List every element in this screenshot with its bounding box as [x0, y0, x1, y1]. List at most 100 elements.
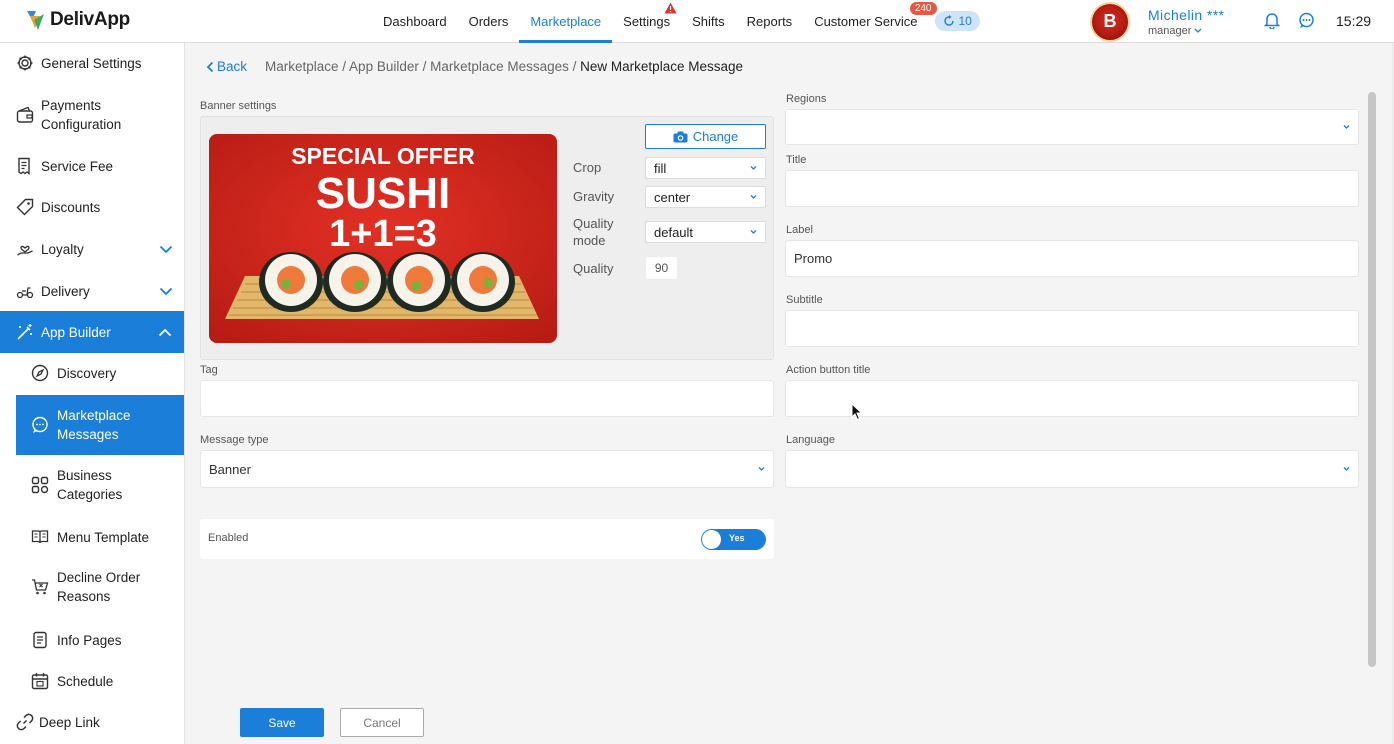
sidebar-item-discounts[interactable]: Discounts: [0, 195, 185, 219]
sidebar-item-payments[interactable]: Payments Configuration: [0, 95, 185, 135]
logo-icon: [27, 11, 44, 30]
top-bar: DelivApp Dashboard Orders Marketplace Se…: [0, 0, 1394, 43]
sidebar-item-service-fee[interactable]: Service Fee: [0, 154, 185, 178]
calendar-icon: [31, 673, 49, 690]
mouse-cursor-icon: [851, 403, 863, 421]
title-label: Title: [786, 154, 807, 166]
regions-select[interactable]: [785, 109, 1359, 145]
nav-reports[interactable]: Reports: [736, 0, 804, 43]
nav-shifts[interactable]: Shifts: [681, 0, 736, 43]
sidebar-item-label: Service Fee: [41, 158, 114, 174]
bell-icon[interactable]: [1264, 12, 1280, 29]
change-image-button[interactable]: Change: [645, 124, 766, 149]
nav-orders[interactable]: Orders: [458, 0, 520, 43]
subtitle-label: Subtitle: [786, 294, 823, 306]
message-type-value: Banner: [209, 461, 251, 477]
enabled-label: Enabled: [208, 532, 249, 544]
sidebar-sub-decline-order-reasons[interactable]: Decline Order Reasons: [16, 567, 184, 607]
chevron-down-icon: [159, 245, 173, 253]
sidebar-sub-label: Business Categories: [57, 468, 123, 502]
save-button[interactable]: Save: [240, 708, 324, 737]
nav-dashboard[interactable]: Dashboard: [372, 0, 458, 43]
sidebar-item-label: Deep Link: [39, 714, 100, 730]
change-label: Change: [692, 129, 739, 144]
quality-mode-select[interactable]: default: [645, 221, 766, 243]
gravity-select[interactable]: center: [645, 186, 766, 208]
subtitle-input[interactable]: [785, 310, 1359, 347]
chat-icon: [32, 416, 48, 433]
user-role: manager: [1148, 25, 1224, 37]
magic-wand-icon: [17, 324, 32, 340]
document-icon: [33, 631, 47, 649]
camera-icon: [673, 131, 688, 142]
sidebar-item-label: General Settings: [41, 55, 142, 71]
sidebar-item-label: Payments Configuration: [41, 98, 122, 132]
label-input[interactable]: Promo: [785, 240, 1359, 277]
breadcrumb: Back Marketplace / App Builder / Marketp…: [206, 59, 743, 74]
user-menu[interactable]: B Michelin *** manager: [1090, 0, 1224, 43]
cart-x-icon: [32, 579, 49, 595]
sidebar-item-general-settings[interactable]: General Settings: [0, 51, 185, 75]
language-select[interactable]: [785, 450, 1359, 488]
action-button-title-label: Action button title: [786, 364, 871, 376]
banner-settings-label: Banner settings: [200, 100, 277, 112]
crop-select[interactable]: fill: [645, 157, 766, 179]
main-nav: Dashboard Orders Marketplace Settings Sh…: [372, 0, 980, 43]
chevron-down-icon: [750, 230, 757, 234]
sidebar-sub-business-categories[interactable]: Business Categories: [16, 465, 184, 505]
chevron-down-icon: [159, 287, 173, 295]
queue-pill[interactable]: 10: [934, 11, 980, 31]
banner-image: SPECIAL OFFER SUSHI 1+1=3: [209, 134, 557, 343]
hand-heart-icon: [17, 245, 33, 256]
sidebar-item-app-builder[interactable]: App Builder: [0, 311, 184, 353]
user-role-text: manager: [1148, 24, 1192, 37]
logo[interactable]: DelivApp: [24, 8, 130, 32]
sidebar-sub-menu-template[interactable]: Menu Template: [16, 525, 184, 549]
chevron-left-icon: [206, 61, 214, 72]
tag-icon: [16, 198, 34, 216]
title-input[interactable]: [785, 170, 1359, 207]
logo-text: DelivApp: [50, 9, 130, 30]
sidebar-sub-marketplace-messages[interactable]: Marketplace Messages: [16, 395, 184, 455]
nav-settings[interactable]: Settings: [612, 0, 681, 43]
back-link[interactable]: Back: [206, 59, 247, 74]
enabled-toggle[interactable]: Yes: [701, 529, 766, 550]
nav-marketplace[interactable]: Marketplace: [519, 0, 612, 43]
tag-input[interactable]: [200, 380, 774, 417]
chevron-down-icon: [1343, 125, 1350, 129]
sidebar-item-delivery[interactable]: Delivery: [0, 279, 185, 303]
banner-line1: SPECIAL OFFER: [291, 143, 475, 169]
nav-customer-service-label: Customer Service: [814, 14, 918, 29]
receipt-icon: [18, 157, 30, 175]
action-button-title-input[interactable]: [785, 380, 1359, 417]
scrollbar[interactable]: [1368, 92, 1376, 667]
quality-input[interactable]: 90: [645, 256, 678, 280]
chat-icon[interactable]: [1298, 12, 1315, 29]
sidebar-item-loyalty[interactable]: Loyalty: [0, 237, 185, 261]
compass-icon: [31, 364, 49, 382]
wallet-icon: [16, 106, 34, 123]
gear-icon: [17, 55, 33, 71]
sidebar-item-deep-link[interactable]: Deep Link: [0, 710, 185, 734]
nav-customer-service[interactable]: Customer Service 240: [803, 0, 937, 43]
avatar-letter: B: [1103, 11, 1117, 31]
refresh-icon: [943, 15, 954, 26]
sidebar-sub-discovery[interactable]: Discovery: [16, 361, 184, 385]
nav-settings-label: Settings: [623, 14, 671, 29]
breadcrumb-path: Marketplace / App Builder / Marketplace …: [265, 59, 581, 74]
sidebar-sub-schedule[interactable]: Schedule: [16, 669, 184, 693]
sidebar-sub-info-pages[interactable]: Info Pages: [16, 628, 184, 652]
sidebar: General Settings Payments Configuration …: [0, 43, 185, 744]
toggle-text: Yes: [729, 533, 745, 543]
tag-label: Tag: [200, 364, 218, 376]
customer-service-badge: 240: [909, 2, 937, 15]
chevron-down-icon: [750, 195, 757, 199]
user-name: Michelin ***: [1148, 6, 1225, 23]
quality-mode-value: default: [654, 224, 694, 240]
crop-value: fill: [654, 160, 667, 176]
message-type-select[interactable]: Banner: [200, 450, 774, 488]
sidebar-sub-label: Info Pages: [57, 632, 122, 648]
scooter-icon: [16, 287, 34, 299]
language-label: Language: [786, 434, 835, 446]
cancel-button[interactable]: Cancel: [340, 708, 424, 737]
